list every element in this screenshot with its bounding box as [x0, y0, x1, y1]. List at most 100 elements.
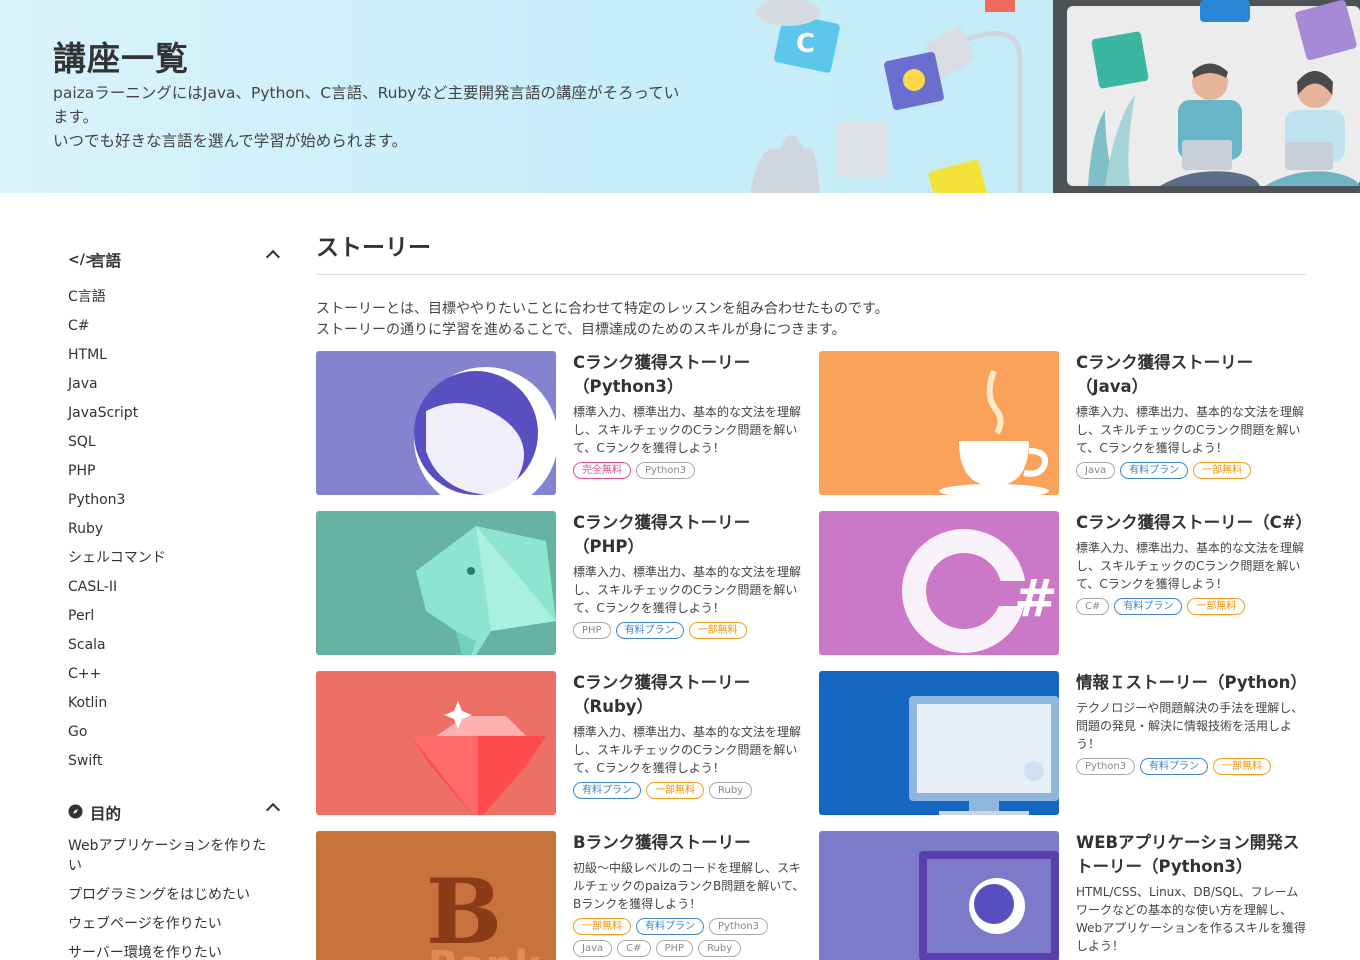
story-title[interactable]: Cランク獲得ストーリー （Java）: [1076, 351, 1309, 399]
story-description: HTML/CSS、Linux、DB/SQL、フレームワークなどの基本的な使い方を…: [1076, 885, 1306, 953]
hero-desc-line: ます。: [53, 108, 98, 126]
tag-badge: 有料プラン: [636, 918, 704, 935]
chevron-up-icon[interactable]: [265, 249, 281, 265]
tag-badge: 有料プラン: [1114, 598, 1183, 615]
sidebar-item-language[interactable]: JavaScript: [68, 399, 280, 428]
tag-badge: Python3: [709, 918, 769, 935]
story-thumbnail-art: [411, 701, 546, 815]
sidebar-item-language[interactable]: Swift: [68, 747, 280, 776]
story-thumbnail[interactable]: [316, 351, 556, 495]
story-title-line: Cランク獲得ストーリー: [573, 353, 751, 372]
story-card[interactable]: Cランク獲得ストーリー （Java） 標準入力、標準出力、基本的な文法を理解し、スキ…: [819, 351, 1309, 501]
story-title-line: Cランク獲得ストーリー（C#）: [1076, 513, 1313, 532]
tag-badge: Ruby: [698, 940, 742, 957]
sidebar: </> 言語 C言語 C# HTML Java JavaScript SQL PHP Pyth…: [68, 245, 281, 960]
story-title-line: （PHP）: [573, 537, 644, 556]
story-info: Cランク獲得ストーリー（C#） 標準入力、標準出力、基本的な文法を理解し、スキルチ…: [1076, 511, 1313, 615]
story-card[interactable]: WEBアプリケーション開発ス トーリー（Python3） HTML/CSS、Linu…: [819, 831, 1309, 960]
story-tags: Java 有料プラン 一部無料: [1076, 462, 1309, 479]
story-info: Cランク獲得ストーリー （PHP） 標準入力、標準出力、基本的な文法を理解し、スキル…: [573, 511, 806, 639]
story-description: 標準入力、標準出力、基本的な文法を理解し、スキルチェックのCランク問題を解いて、…: [573, 725, 802, 775]
story-description: 標準入力、標準出力、基本的な文法を理解し、スキルチェックのCランク問題を解いて、…: [1076, 541, 1305, 591]
hero-desc-line: いつでも好きな言語を選んで学習が始められます。: [53, 132, 408, 150]
sidebar-item-language[interactable]: Go: [68, 718, 280, 747]
sidebar-item-language[interactable]: SQL: [68, 428, 280, 457]
sidebar-item-language[interactable]: CASL-II: [68, 573, 280, 602]
story-tags: C# 有料プラン 一部無料: [1076, 598, 1309, 615]
sidebar-item-language[interactable]: Scala: [68, 631, 280, 660]
tag-badge: 一部無料: [573, 918, 631, 935]
story-card[interactable]: Cランク獲得ストーリー （Python3） 標準入力、標準出力、基本的な文法を理解し…: [316, 351, 806, 501]
story-title[interactable]: Cランク獲得ストーリー （Ruby）: [573, 671, 806, 719]
story-title[interactable]: Cランク獲得ストーリー（C#）: [1076, 511, 1313, 535]
story-description: 標準入力、標準出力、基本的な文法を理解し、スキルチェックのCランク問題を解いて、…: [573, 405, 802, 455]
sidebar-item-goal[interactable]: サーバー環境を作りたい: [68, 943, 280, 960]
tag-badge: Python3: [636, 462, 696, 479]
story-title-line: （Ruby）: [573, 697, 654, 716]
story-title[interactable]: Cランク獲得ストーリー （Python3）: [573, 351, 806, 399]
tag-badge: C#: [1076, 598, 1110, 615]
tag-badge: 一部無料: [1187, 598, 1246, 615]
sidebar-header-language[interactable]: </> 言語: [68, 245, 281, 275]
hero-banner: 講座一覧 paizaラーニングにはJava、Python、C言語、Rubyなど主…: [0, 0, 1360, 193]
story-thumbnail[interactable]: [316, 511, 556, 655]
tag-badge: Java: [1076, 462, 1116, 479]
story-title[interactable]: Cランク獲得ストーリー （PHP）: [573, 511, 806, 559]
story-title-line: WEBアプリケーション開発ス: [1076, 833, 1300, 852]
tag-badge: 一部無料: [1213, 758, 1272, 775]
story-thumbnail-art: [416, 526, 556, 655]
sidebar-item-language[interactable]: シェルコマンド: [68, 544, 280, 573]
hero-illustration: C: [750, 0, 1360, 193]
sidebar-item-language[interactable]: Java: [68, 370, 280, 399]
story-thumbnail[interactable]: [819, 831, 1059, 960]
story-title[interactable]: Bランク獲得ストーリー: [573, 831, 806, 855]
chevron-up-icon[interactable]: [265, 802, 281, 818]
sidebar-item-goal[interactable]: ウェブページを作りたい: [68, 914, 280, 934]
story-thumbnail-art: [939, 369, 1049, 495]
story-card[interactable]: BRank Bランク獲得ストーリー初級～中級レベルのコードを理解し、スキルチェック…: [316, 831, 806, 960]
story-thumbnail[interactable]: [819, 351, 1059, 495]
tag-badge: Ruby: [709, 782, 753, 799]
story-info: Cランク獲得ストーリー （Ruby） 標準入力、標準出力、基本的な文法を理解し、スキ…: [573, 671, 806, 799]
story-thumbnail[interactable]: BRank: [316, 831, 556, 960]
sidebar-item-language[interactable]: C++: [68, 660, 280, 689]
svg-text:#: #: [1014, 569, 1058, 629]
sidebar-item-language[interactable]: Perl: [68, 602, 280, 631]
sidebar-item-language[interactable]: PHP: [68, 457, 280, 486]
sidebar-item-goal[interactable]: Webアプリケーションを作りたい: [68, 836, 280, 876]
story-thumbnail[interactable]: [819, 671, 1059, 815]
story-title-line: （Python3）: [573, 377, 684, 396]
story-title[interactable]: 情報Ｉストーリー（Python）: [1076, 671, 1309, 695]
story-description: 標準入力、標準出力、基本的な文法を理解し、スキルチェックのCランク問題を解いて、…: [573, 565, 802, 615]
story-thumbnail[interactable]: [316, 671, 556, 815]
story-title-line: トーリー（Python3）: [1076, 857, 1253, 876]
sidebar-item-goal[interactable]: プログラミングをはじめたい: [68, 885, 280, 905]
sidebar-item-language[interactable]: C#: [68, 312, 280, 341]
sidebar-item-language[interactable]: C言語: [68, 283, 280, 312]
story-tags: 完全無料 Python3: [573, 462, 806, 479]
story-tags: Python3 有料プラン 一部無料: [1076, 758, 1309, 775]
section-title: ストーリー: [316, 228, 1306, 275]
hero-description: paizaラーニングにはJava、Python、C言語、Rubyなど主要開発言語…: [53, 81, 713, 153]
story-card[interactable]: Cランク獲得ストーリー （Ruby） 標準入力、標準出力、基本的な文法を理解し、スキ…: [316, 671, 806, 821]
compass-icon: [68, 803, 90, 823]
story-title[interactable]: WEBアプリケーション開発ス トーリー（Python3）: [1076, 831, 1309, 879]
sidebar-item-language[interactable]: Kotlin: [68, 689, 280, 718]
story-thumbnail-art: [909, 696, 1059, 815]
svg-text:C: C: [796, 29, 815, 59]
story-card[interactable]: Cランク獲得ストーリー （PHP） 標準入力、標準出力、基本的な文法を理解し、スキル…: [316, 511, 806, 661]
sidebar-item-language[interactable]: Python3: [68, 486, 280, 515]
sidebar-item-language[interactable]: HTML: [68, 341, 280, 370]
story-thumbnail[interactable]: #: [819, 511, 1059, 655]
tag-badge: PHP: [573, 622, 611, 639]
story-card[interactable]: # Cランク獲得ストーリー（C#） 標準入力、標準出力、基本的な文法を理解し、スキル…: [819, 511, 1313, 661]
story-card[interactable]: 情報Ｉストーリー（Python） テクノロジーや問題解決の手法を理解し、問題の発見…: [819, 671, 1309, 821]
story-title-line: Cランク獲得ストーリー: [573, 673, 751, 692]
goal-list: Webアプリケーションを作りたいプログラミングをはじめたい ウェブページを作りたい…: [68, 836, 280, 960]
sidebar-item-language[interactable]: Ruby: [68, 515, 280, 544]
tag-badge: 有料プラン: [1120, 462, 1189, 479]
tag-badge: 一部無料: [688, 622, 747, 639]
story-description: 標準入力、標準出力、基本的な文法を理解し、スキルチェックのCランク問題を解いて、…: [1076, 405, 1305, 455]
sidebar-header-label: 目的: [90, 805, 122, 823]
sidebar-header-goal[interactable]: 目的: [68, 798, 281, 828]
